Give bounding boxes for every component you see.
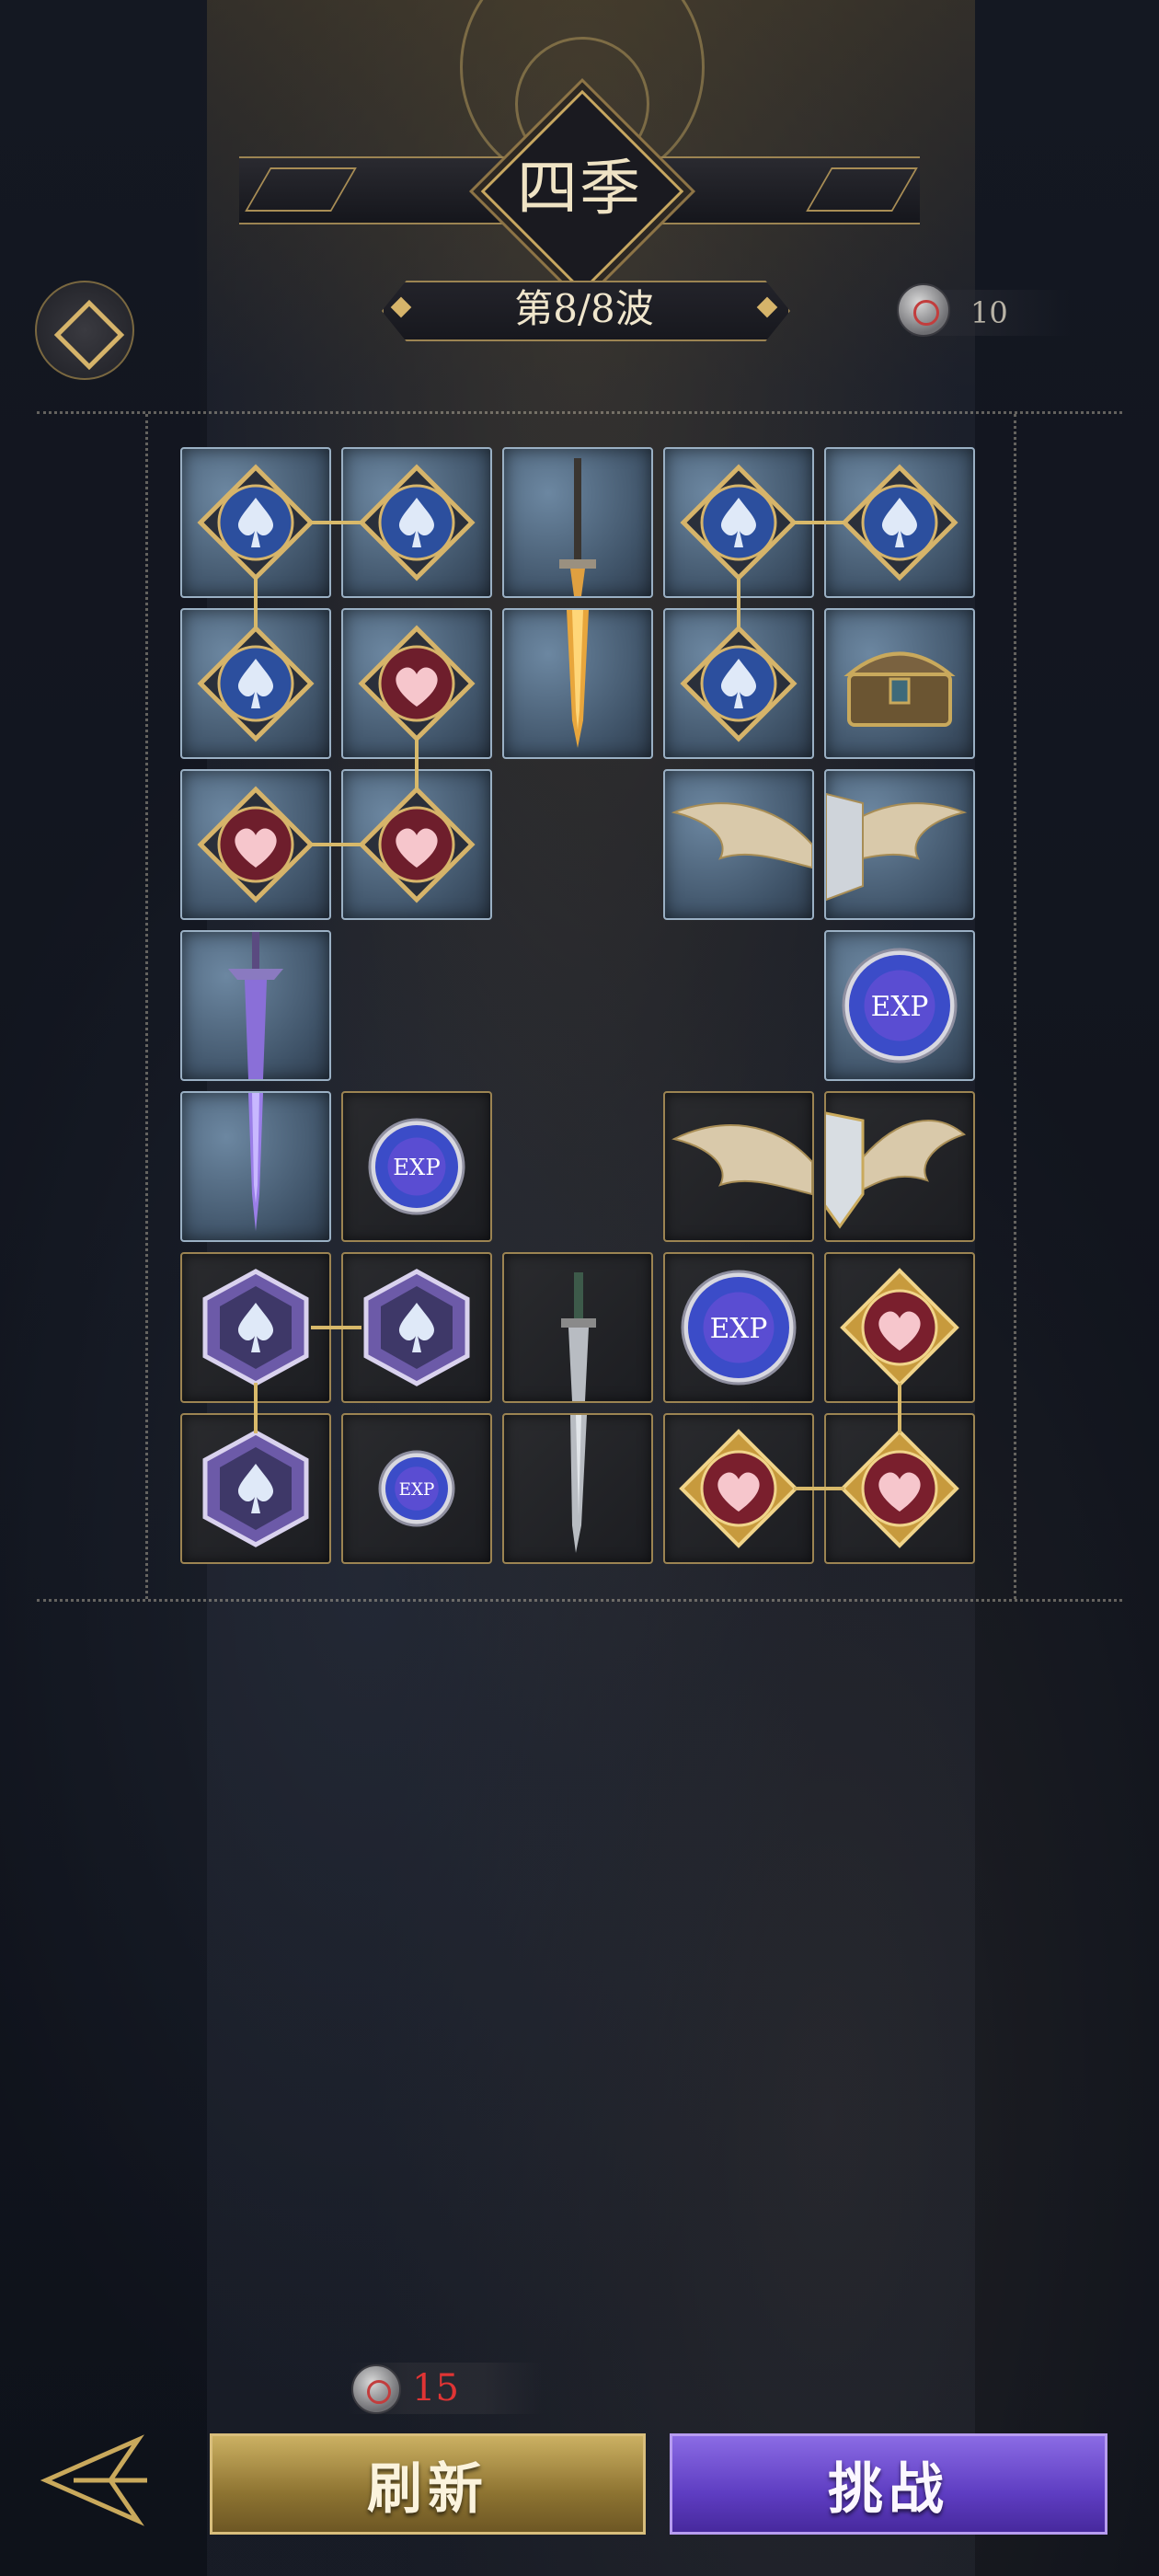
spade-tile[interactable]	[341, 447, 492, 598]
hex-spade-icon	[202, 1430, 309, 1547]
hex-spade-tile[interactable]	[180, 1252, 331, 1403]
winged-shield-tile[interactable]	[663, 1091, 814, 1242]
menu-button[interactable]	[35, 281, 134, 380]
spade-icon	[197, 464, 315, 581]
hex-spade-tile[interactable]	[341, 1252, 492, 1403]
spade-tile[interactable]	[180, 447, 331, 598]
spade-icon	[358, 464, 476, 581]
tile-connector	[311, 521, 361, 524]
gold-heart-icon	[840, 1268, 959, 1387]
dagger-tile[interactable]	[502, 1252, 653, 1403]
page-title: 四季	[517, 153, 642, 224]
purple-sword-tile[interactable]	[180, 1091, 331, 1242]
hex-spade-tile[interactable]	[180, 1413, 331, 1564]
exp-orb-icon: EXP	[378, 1450, 455, 1527]
tile-connector	[311, 843, 361, 846]
tile-connector	[415, 739, 419, 789]
dagger-tile[interactable]	[502, 1413, 653, 1564]
exp-orb-tile[interactable]: EXP	[663, 1252, 814, 1403]
purple-sword-icon	[228, 932, 283, 1079]
tile-connector	[898, 1383, 901, 1433]
board-frame-right	[1014, 414, 1016, 1599]
tile-connector	[254, 1383, 258, 1433]
tile-connector	[794, 521, 844, 524]
shield-wing-right-icon	[826, 792, 968, 902]
winged-shield-tile[interactable]	[824, 769, 975, 920]
tile-connector	[311, 1326, 361, 1329]
tile-connector	[794, 1487, 844, 1490]
wing-left-icon	[671, 1124, 812, 1196]
refresh-cost: 15	[412, 2367, 459, 2409]
purple-sword-tile[interactable]	[180, 930, 331, 1081]
dagger-hilt-icon	[559, 458, 596, 596]
emblem-icon	[53, 299, 125, 371]
heart-tile[interactable]	[341, 608, 492, 759]
exp-orb-tile[interactable]: EXP	[341, 1091, 492, 1242]
gold-heart-tile[interactable]	[824, 1252, 975, 1403]
winged-shield-tile[interactable]	[663, 769, 814, 920]
exp-orb-tile[interactable]: EXP	[824, 930, 975, 1081]
heart-icon	[358, 786, 476, 903]
spade-icon	[680, 625, 798, 742]
winged-shield-tile[interactable]	[824, 1091, 975, 1242]
background-veil-right	[975, 0, 1159, 2576]
spade-tile[interactable]	[180, 608, 331, 759]
background-veil-left	[0, 0, 207, 2576]
currency-amount: 10	[970, 295, 1008, 330]
hex-spade-icon	[363, 1269, 470, 1386]
challenge-button[interactable]: 挑战	[670, 2433, 1107, 2535]
dagger-blade-icon	[567, 610, 589, 748]
heart-icon	[358, 625, 476, 742]
sword-tile[interactable]	[502, 447, 653, 598]
board-frame-top	[37, 411, 1122, 414]
purple-sword-blade-icon	[248, 1093, 263, 1231]
refresh-button[interactable]: 刷新	[210, 2433, 646, 2535]
gold-heart-tile[interactable]	[824, 1413, 975, 1564]
wing-left-icon	[671, 802, 812, 869]
treasure-chest-tile[interactable]	[824, 608, 975, 759]
svg-text:EXP: EXP	[399, 1480, 435, 1500]
shield-icon	[826, 1111, 967, 1229]
exp-orb-icon: EXP	[842, 948, 958, 1064]
gold-heart-icon	[840, 1429, 959, 1548]
svg-text:EXP: EXP	[710, 1313, 768, 1345]
gold-heart-icon	[679, 1429, 798, 1548]
svg-text:EXP: EXP	[393, 1154, 440, 1180]
spade-icon	[841, 464, 958, 581]
heart-tile[interactable]	[341, 769, 492, 920]
sword-tile[interactable]	[502, 608, 653, 759]
gold-heart-tile[interactable]	[663, 1413, 814, 1564]
hex-spade-icon	[202, 1269, 309, 1386]
exp-orb-icon: EXP	[681, 1270, 797, 1386]
board-frame-bottom	[37, 1599, 1122, 1602]
spade-icon	[197, 625, 315, 742]
tile-connector	[737, 578, 740, 628]
tile-connector	[254, 578, 258, 628]
spade-icon	[680, 464, 798, 581]
steel-dagger-blade-icon	[570, 1415, 587, 1553]
coin-icon	[351, 2364, 401, 2414]
treasure-chest-icon	[843, 651, 956, 727]
svg-text:EXP: EXP	[871, 991, 929, 1023]
exp-orb-icon: EXP	[368, 1118, 465, 1215]
board-frame-left	[145, 414, 148, 1599]
wave-counter: 第8/8波	[514, 286, 654, 331]
spade-tile[interactable]	[663, 447, 814, 598]
heart-tile[interactable]	[180, 769, 331, 920]
heart-icon	[197, 786, 315, 903]
steel-dagger-icon	[561, 1272, 596, 1401]
exp-orb-tile[interactable]: EXP	[341, 1413, 492, 1564]
spade-tile[interactable]	[824, 447, 975, 598]
spade-tile[interactable]	[663, 608, 814, 759]
back-button[interactable]	[37, 2429, 156, 2532]
coin-icon	[897, 283, 950, 337]
